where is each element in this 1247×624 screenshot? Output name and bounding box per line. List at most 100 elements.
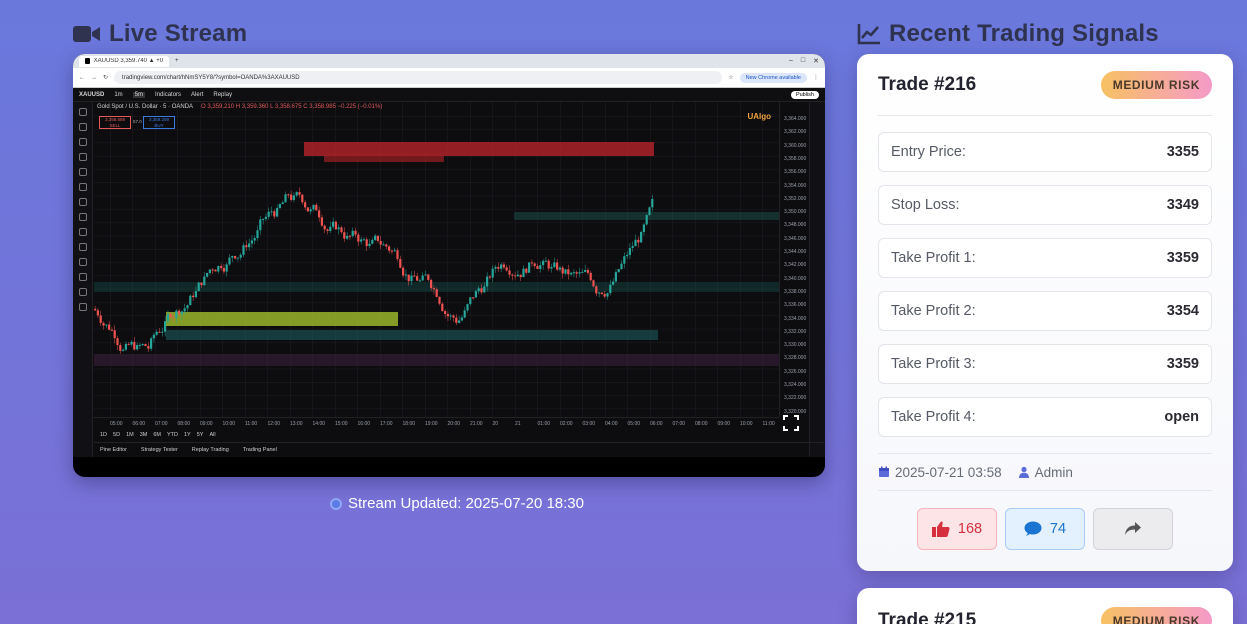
maximize-icon[interactable]: □ [801, 57, 805, 65]
right-toolbar [809, 102, 825, 457]
chrome-update-pill[interactable]: New Chrome available [739, 72, 807, 83]
signals-title: Recent Trading Signals [889, 20, 1159, 47]
time-tick: 18:00 [402, 421, 416, 427]
buy-box[interactable]: 3,359.259 BUY [143, 116, 175, 129]
range-option[interactable]: All [209, 432, 215, 438]
grid-line [200, 102, 201, 417]
trade-title: Trade #215 [878, 610, 977, 624]
trendline-icon[interactable] [78, 123, 87, 131]
symbol-label[interactable]: XAUUSD [79, 92, 104, 98]
grid-line [740, 102, 741, 417]
candle-body [631, 246, 634, 248]
reload-icon[interactable]: ↻ [103, 74, 108, 81]
time-tick: 17:00 [380, 421, 393, 427]
time-tick: 09:00 [717, 421, 731, 427]
crosshair-icon[interactable] [78, 108, 87, 116]
window-controls: – □ ✕ [789, 57, 819, 65]
candle-body [486, 276, 489, 287]
bottom-panel-tab[interactable]: Replay Trading [192, 447, 229, 453]
bottom-panel-tab[interactable]: Trading Panel [243, 447, 277, 453]
range-option[interactable]: 3M [140, 432, 148, 438]
magnet-icon[interactable] [78, 258, 87, 266]
emoji-icon[interactable] [78, 213, 87, 221]
candle-body [298, 192, 301, 195]
time-axis[interactable]: 05:00 06:00 07:00 08:00 09:00 10:00 11:00 12:00… [94, 417, 779, 429]
live-stream-frame[interactable]: XAUUSD 3,359.740 ▲ +0.29% ... + – □ ✕ ← … [73, 54, 825, 477]
comment-count: 74 [1049, 521, 1067, 537]
zoom-icon[interactable] [78, 243, 87, 251]
take-profit-1-value: 3359 [1166, 250, 1199, 266]
range-option[interactable]: 5D [113, 432, 120, 438]
candle-body [500, 264, 503, 269]
candle-body [620, 263, 623, 270]
grid-line [94, 195, 779, 197]
fib-icon[interactable] [78, 138, 87, 146]
candle-body [584, 270, 587, 272]
price-tick: 3,330.000 [784, 342, 807, 349]
candle-body [158, 331, 161, 333]
like-button[interactable]: 168 [917, 508, 997, 550]
interval-1m[interactable]: 1m [114, 92, 122, 98]
forward-icon[interactable]: → [91, 75, 97, 81]
candle-body [281, 202, 284, 205]
candle-body [150, 338, 153, 349]
brush-icon[interactable] [78, 183, 87, 191]
bookmark-star-icon[interactable]: ☆ [728, 74, 733, 81]
candle-body [119, 344, 122, 351]
candle-body [262, 218, 265, 220]
url-field[interactable]: tradingview.com/chart/hNmSY5Y8/?symbol=O… [114, 71, 723, 84]
candle-body [449, 315, 452, 317]
bottom-panel-tab[interactable]: Strategy Tester [141, 447, 178, 453]
range-option[interactable]: YTD [167, 432, 178, 438]
trade-title: Trade #216 [878, 73, 977, 95]
candle-body [346, 235, 349, 239]
fullscreen-icon[interactable] [783, 415, 799, 431]
replay-button[interactable]: Replay [213, 92, 232, 98]
candle-body [536, 266, 539, 270]
range-option[interactable]: 1D [100, 432, 107, 438]
trash-icon[interactable] [78, 303, 87, 311]
sell-box[interactable]: 3,358.689 SELL [99, 116, 131, 129]
range-option[interactable]: 1M [126, 432, 134, 438]
indicators-button[interactable]: Indicators [155, 92, 181, 98]
text-icon[interactable] [78, 198, 87, 206]
time-tick: 09:00 [200, 421, 213, 427]
candle-body [334, 221, 337, 230]
chrome-menu-icon[interactable]: ⋮ [813, 74, 819, 81]
tradingview-chart[interactable]: Gold Spot / U.S. Dollar · 5 · OANDA O 3,… [73, 102, 825, 457]
bottom-panel-tab[interactable]: Pine Editor [100, 447, 127, 453]
candle-body [206, 272, 209, 277]
browser-tab[interactable]: XAUUSD 3,359.740 ▲ +0.29% ... [79, 55, 169, 67]
candle-body [348, 235, 351, 237]
ruler-icon[interactable] [78, 228, 87, 236]
comment-button[interactable]: 74 [1005, 508, 1085, 550]
range-option[interactable]: 1Y [184, 432, 191, 438]
live-status-dot-icon [330, 497, 342, 510]
minimize-icon[interactable]: – [789, 57, 793, 65]
candle-body [365, 239, 368, 247]
candle-body [418, 280, 421, 282]
interval-5m[interactable]: 5m [132, 91, 146, 98]
time-tick: 16:00 [357, 421, 371, 427]
range-option[interactable]: 5Y [197, 432, 204, 438]
pattern-icon[interactable] [78, 153, 87, 161]
candle-body [250, 240, 253, 244]
candle-body [530, 262, 533, 264]
range-option[interactable]: 6M [153, 432, 161, 438]
candle-body [603, 293, 606, 297]
candle-wick [545, 256, 547, 261]
price-tick: 3,336.000 [784, 302, 807, 309]
lock-icon[interactable] [78, 273, 87, 281]
alert-button[interactable]: Alert [191, 92, 203, 98]
measure-icon[interactable] [78, 168, 87, 176]
candlestick-chart[interactable] [94, 102, 786, 423]
eye-icon[interactable] [78, 288, 87, 296]
chart-legend: Gold Spot / U.S. Dollar · 5 · OANDA O 3,… [97, 104, 382, 110]
share-button[interactable] [1093, 508, 1173, 550]
price-axis[interactable]: 3,364.000 3,362.000 3,360.000 3,358.000 3,35… [779, 102, 809, 417]
new-tab-icon[interactable]: + [175, 58, 179, 64]
close-icon[interactable]: ✕ [813, 57, 819, 65]
back-icon[interactable]: ← [79, 75, 85, 81]
publish-button[interactable]: Publish [790, 90, 819, 99]
candle-wick [139, 342, 141, 350]
